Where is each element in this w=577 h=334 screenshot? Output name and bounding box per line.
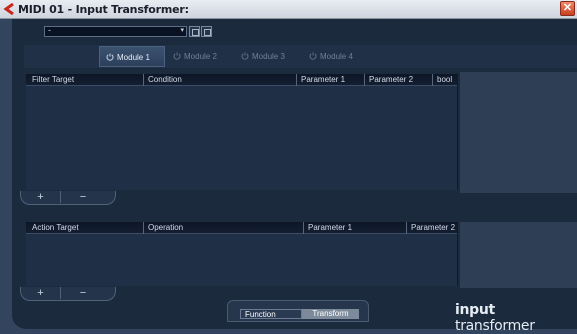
- column-header[interactable]: Parameter 1: [296, 74, 364, 86]
- preset-select[interactable]: - ▾: [44, 25, 187, 37]
- logo-bold: input: [455, 302, 495, 318]
- column-header[interactable]: Condition: [143, 74, 296, 86]
- preset-value: -: [48, 25, 51, 35]
- power-icon[interactable]: [241, 52, 249, 60]
- tab-label: Module 3: [252, 52, 285, 61]
- function-label: Function: [240, 309, 302, 319]
- chevron-down-icon: ▾: [180, 27, 184, 34]
- column-header[interactable]: bool: [432, 74, 458, 86]
- action-row-controls: + −: [20, 287, 116, 301]
- input-transformer-logo: input transformer: [455, 302, 577, 334]
- side-panel-top: [460, 72, 577, 193]
- side-panel-bottom: [460, 222, 577, 288]
- function-select[interactable]: Transform: [302, 309, 359, 319]
- add-filter-button[interactable]: +: [21, 191, 61, 203]
- close-button[interactable]: ✕: [560, 1, 575, 16]
- action-table-header: Action Target Operation Parameter 1 Para…: [26, 222, 457, 234]
- column-header[interactable]: Parameter 1: [303, 222, 406, 234]
- column-header[interactable]: Parameter 2: [406, 222, 458, 234]
- remove-preset-icon[interactable]: [201, 26, 212, 37]
- store-preset-icon[interactable]: [189, 26, 200, 37]
- column-header[interactable]: Action Target: [28, 222, 143, 234]
- remove-filter-button[interactable]: −: [63, 191, 103, 203]
- filter-table-header: Filter Target Condition Parameter 1 Para…: [26, 74, 457, 86]
- power-icon[interactable]: [106, 53, 114, 61]
- power-icon[interactable]: [309, 52, 317, 60]
- tab-label: Module 1: [117, 53, 150, 62]
- column-header[interactable]: Operation: [143, 222, 303, 234]
- window-title: MIDI 01 - Input Transformer:: [18, 3, 189, 16]
- filter-table: Filter Target Condition Parameter 1 Para…: [26, 74, 458, 190]
- filter-table-body[interactable]: [26, 86, 457, 190]
- logo-light: transformer: [455, 318, 535, 334]
- title-bar: MIDI 01 - Input Transformer: ✕: [0, 0, 577, 19]
- tab-label: Module 4: [320, 52, 353, 61]
- remove-action-button[interactable]: −: [63, 287, 103, 299]
- tab-module-1[interactable]: Module 1: [99, 46, 165, 67]
- tab-module-4[interactable]: Module 4: [303, 46, 369, 67]
- column-header[interactable]: Filter Target: [28, 74, 143, 86]
- action-table: Action Target Operation Parameter 1 Para…: [26, 222, 458, 286]
- tab-module-2[interactable]: Module 2: [167, 46, 233, 67]
- tab-label: Module 2: [184, 52, 217, 61]
- action-table-body[interactable]: [26, 234, 457, 286]
- filter-row-controls: + −: [20, 191, 116, 205]
- tab-module-3[interactable]: Module 3: [235, 46, 301, 67]
- cubase-app-icon: [3, 3, 14, 15]
- close-icon: ✕: [562, 2, 573, 14]
- column-header[interactable]: Parameter 2: [364, 74, 432, 86]
- power-icon[interactable]: [173, 52, 181, 60]
- add-action-button[interactable]: +: [21, 287, 61, 299]
